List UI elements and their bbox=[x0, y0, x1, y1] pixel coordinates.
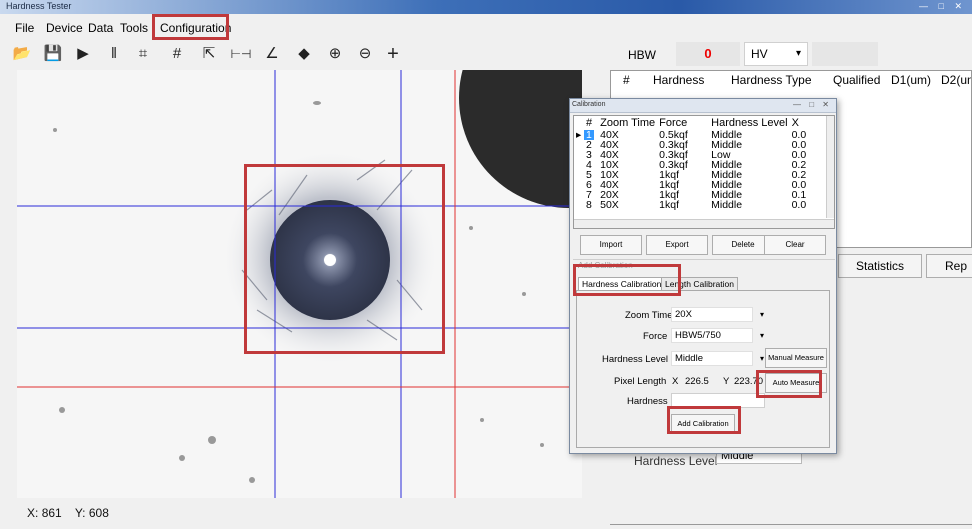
hardness-level-select[interactable]: Middle ▾ bbox=[671, 351, 764, 366]
table-vertical-scrollbar[interactable] bbox=[826, 116, 834, 218]
save-icon[interactable]: 💾 bbox=[43, 44, 63, 64]
force-value: HBW5/750 bbox=[675, 330, 721, 341]
add-calibration-button[interactable]: Add Calibration bbox=[671, 414, 735, 434]
column-header-hardness[interactable]: Hardness bbox=[653, 73, 704, 87]
add-calibration-group-label: Add Calibration bbox=[578, 261, 633, 270]
chevron-down-icon: ▾ bbox=[759, 354, 764, 363]
chevron-down-icon: ▾ bbox=[759, 331, 764, 340]
tab-hardness-calibration[interactable]: Hardness Calibration bbox=[578, 277, 666, 291]
crosshair-icon[interactable]: + bbox=[383, 44, 403, 64]
indentation-image bbox=[17, 70, 582, 498]
open-folder-icon[interactable]: 📂 bbox=[12, 44, 32, 64]
pixel-x-label: X bbox=[672, 376, 679, 387]
menu-file[interactable]: File bbox=[15, 21, 34, 35]
dialog-title-bar[interactable]: Calibration — □ ✕ bbox=[570, 99, 836, 113]
hbw-label: HBW bbox=[628, 48, 656, 62]
secondary-readout bbox=[812, 42, 878, 66]
title-bar: Hardness Tester — □ ✕ bbox=[0, 0, 972, 14]
zoom-time-label: Zoom Time bbox=[625, 310, 673, 321]
hardness-scale-value: HV bbox=[751, 47, 768, 61]
zoom-time-value: 20X bbox=[675, 309, 692, 320]
chevron-down-icon: ▾ bbox=[795, 48, 801, 59]
column-header-d2[interactable]: D2(um) bbox=[941, 73, 971, 87]
menu-bar: File Device Data Tools Configuration bbox=[0, 15, 972, 39]
horizontal-measure-icon[interactable]: ⊢⊣ bbox=[228, 44, 254, 64]
toolbar: 📂 💾 ▶ ‖ ⌗ # ⇱ ⊢⊣ ∠ ◆ ⊕ ⊖ + bbox=[0, 40, 600, 70]
y-label: Y: bbox=[74, 506, 86, 520]
window-controls[interactable]: — □ ✕ bbox=[919, 1, 966, 12]
hardness-level-label-behind: Hardness Level bbox=[634, 454, 718, 468]
column-header-d1[interactable]: D1(um) bbox=[891, 73, 931, 87]
dialog-separator bbox=[573, 259, 835, 260]
row-zoom: 50X bbox=[600, 199, 619, 211]
grid-icon[interactable]: # bbox=[167, 44, 187, 64]
pixel-y-value[interactable]: 223.70 bbox=[734, 376, 763, 387]
hardness-value-display: 0 bbox=[676, 42, 740, 66]
column-header-index[interactable]: # bbox=[623, 73, 630, 87]
menu-data[interactable]: Data bbox=[88, 21, 113, 35]
zoom-in-icon[interactable]: ⊕ bbox=[325, 44, 345, 64]
zoom-time-select[interactable]: 20X ▾ bbox=[671, 307, 764, 322]
pixel-x-value[interactable]: 226.5 bbox=[685, 376, 709, 387]
table-horizontal-scrollbar[interactable] bbox=[574, 219, 834, 228]
import-button[interactable]: Import bbox=[580, 235, 642, 255]
force-label: Force bbox=[643, 331, 668, 342]
microscope-image-view[interactable] bbox=[17, 70, 582, 498]
row-force: 1kqf bbox=[659, 199, 679, 211]
x-value: 861 bbox=[41, 506, 62, 520]
dialog-title: Calibration bbox=[572, 101, 606, 108]
play-icon[interactable]: ▶ bbox=[73, 44, 93, 64]
force-select[interactable]: HBW5/750 ▾ bbox=[671, 328, 764, 343]
manual-measure-button[interactable]: Manual Measure bbox=[765, 348, 827, 368]
eraser-icon[interactable]: ◆ bbox=[294, 44, 314, 64]
angle-icon[interactable]: ∠ bbox=[262, 44, 282, 64]
pixel-y-label: Y bbox=[723, 376, 730, 387]
hardness-calibration-pane: Zoom Time 20X ▾ Force HBW5/750 ▾ Hardnes… bbox=[576, 290, 830, 448]
column-header-qualified[interactable]: Qualified bbox=[833, 73, 880, 87]
report-button[interactable]: Rep bbox=[926, 254, 972, 278]
cal-col-x[interactable]: X bbox=[790, 116, 830, 130]
x-label: X: bbox=[27, 506, 39, 520]
cal-col-selector bbox=[574, 116, 584, 130]
tab-length-calibration[interactable]: Length Calibration bbox=[661, 277, 738, 291]
menu-configuration[interactable]: Configuration bbox=[160, 21, 231, 35]
export-button[interactable]: Export bbox=[646, 235, 708, 255]
statistics-button[interactable]: Statistics bbox=[838, 254, 922, 278]
table-row[interactable]: 8 50X 1kqf Middle 0.0 bbox=[574, 199, 830, 211]
pointer-icon[interactable]: ⇱ bbox=[199, 44, 219, 64]
zoom-out-icon[interactable]: ⊖ bbox=[355, 44, 375, 64]
clear-button[interactable]: Clear bbox=[764, 235, 826, 255]
cal-col-force[interactable]: Force bbox=[657, 116, 705, 130]
cal-col-zoom-time[interactable]: Zoom Time bbox=[594, 116, 657, 130]
cursor-coordinates: X: 861 Y: 608 bbox=[27, 506, 109, 520]
dialog-window-controls[interactable]: — □ ✕ bbox=[793, 100, 832, 109]
grid-cross-icon[interactable]: ⌗ bbox=[133, 44, 153, 64]
chevron-down-icon: ▾ bbox=[759, 310, 764, 319]
hardness-level-label: Hardness Level bbox=[602, 354, 669, 365]
hardness-level-value: Middle bbox=[675, 353, 703, 364]
menu-tools[interactable]: Tools bbox=[120, 21, 148, 35]
divider bbox=[610, 524, 972, 525]
menu-device[interactable]: Device bbox=[46, 21, 83, 35]
auto-measure-button[interactable]: Auto Measure bbox=[765, 373, 827, 393]
calibration-dialog: Calibration — □ ✕ # Zoom Time Force Hard… bbox=[569, 98, 837, 454]
pause-icon[interactable]: ‖ bbox=[104, 44, 124, 64]
column-header-hardness-type[interactable]: Hardness Type bbox=[731, 73, 812, 87]
hardness-scale-select[interactable]: HV ▾ bbox=[744, 42, 808, 66]
cal-col-index[interactable]: # bbox=[584, 116, 594, 130]
row-x: 0.0 bbox=[791, 199, 807, 211]
pixel-length-label: Pixel Length bbox=[614, 376, 667, 387]
hardness-label: Hardness bbox=[627, 396, 668, 407]
y-value: 608 bbox=[88, 506, 109, 520]
cal-col-hardness-level[interactable]: Hardness Level bbox=[705, 116, 789, 130]
calibration-table[interactable]: # Zoom Time Force Hardness Level X ▸ 1 40… bbox=[573, 115, 835, 229]
window-title: Hardness Tester bbox=[6, 1, 72, 11]
row-level: Middle bbox=[711, 199, 743, 211]
row-index: 8 bbox=[586, 199, 592, 211]
hardness-input[interactable] bbox=[671, 393, 765, 408]
